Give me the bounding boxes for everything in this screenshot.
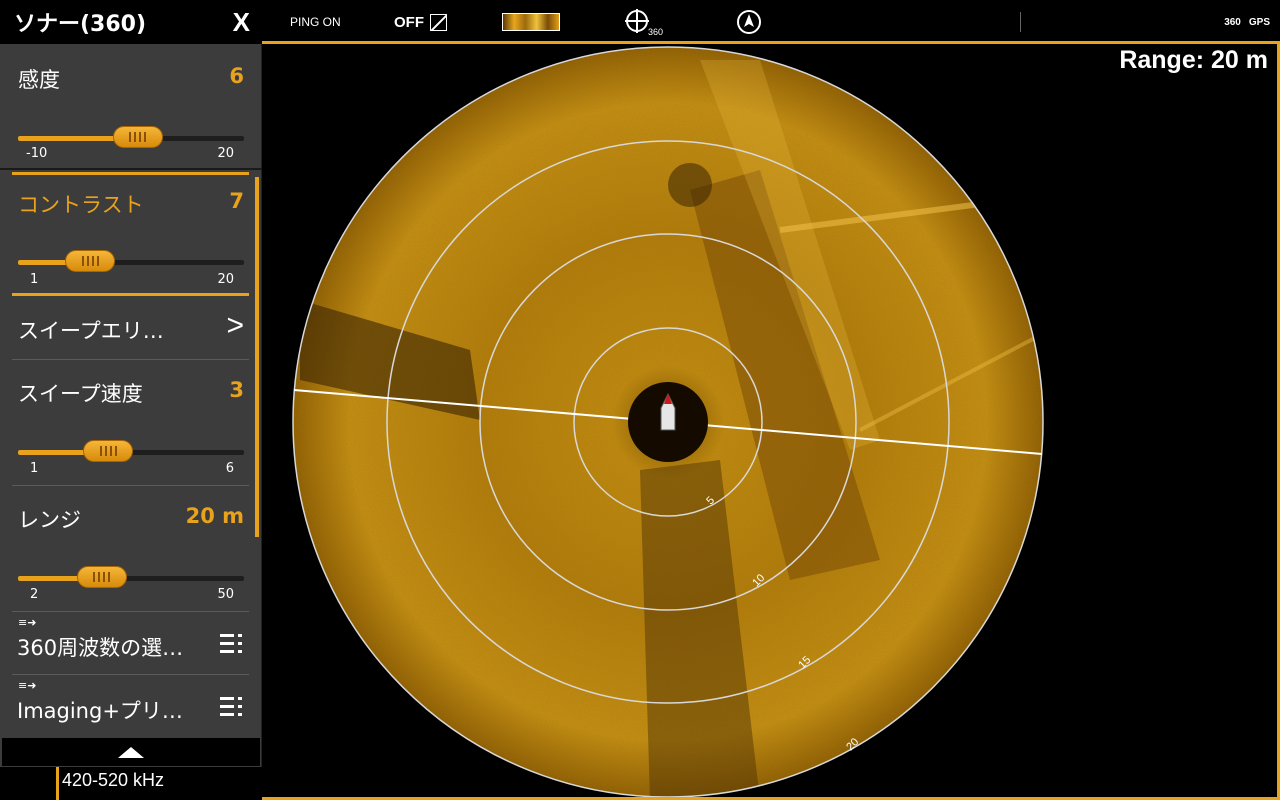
panel-collapse-button[interactable] (2, 738, 260, 766)
imaging-label: Imaging+プリ… (17, 699, 183, 723)
frequency-select-setting[interactable]: ≡➜ 360周波数の選… (0, 612, 262, 674)
range-setting[interactable]: レンジ 20 m 2 50 (0, 486, 262, 611)
range-min: 2 (30, 587, 39, 602)
close-button[interactable]: X (233, 7, 250, 38)
sweep-speed-slider-thumb[interactable] (83, 440, 134, 462)
sweep-speed-label: スイープ速度 (18, 382, 143, 406)
frequency-readout: 420-520 kHz (62, 770, 165, 790)
palette-button[interactable] (502, 0, 560, 44)
svg-text:360: 360 (648, 27, 663, 37)
sensitivity-value: 6 (229, 64, 244, 88)
heading-button[interactable] (734, 0, 764, 44)
divider (0, 168, 262, 170)
submenu-arrow-icon: ≡➜ (18, 679, 37, 692)
submenu-arrow-icon: ≡➜ (18, 616, 37, 629)
top-bar: PING ON OFF 360 360 GPS (262, 0, 1280, 44)
range-label: レンジ (18, 508, 81, 532)
sonar-frame (262, 44, 1280, 800)
menu-list-icon (220, 697, 242, 717)
range-slider-thumb[interactable] (76, 566, 127, 588)
sensitivity-min: -10 (26, 146, 48, 161)
topbar-divider (1020, 12, 1021, 32)
sensitivity-label: 感度 (18, 68, 60, 92)
status-360-icon: 360 (1224, 16, 1241, 28)
sweep-area-setting[interactable]: スイープエリ… > (0, 297, 262, 359)
sweep-speed-min: 1 (30, 461, 39, 476)
overlay-icon (430, 13, 447, 31)
contrast-highlight-bottom (12, 293, 249, 296)
transducer-360-icon: 360 (625, 9, 663, 37)
contrast-slider[interactable] (18, 250, 244, 272)
sensitivity-max: 20 (217, 146, 234, 161)
sonar-settings-panel: ソナー(360) X 感度 6 -10 20 コントラスト 7 1 20 スイー… (0, 0, 262, 767)
frequency-bar-accent (56, 767, 59, 800)
palette-swatch-icon (502, 13, 560, 31)
chevron-right-icon: > (226, 309, 244, 342)
panel-header: ソナー(360) X (0, 0, 262, 44)
range-slider[interactable] (18, 566, 244, 588)
panel-title: ソナー(360) (14, 12, 147, 37)
sweep-area-label: スイープエリ… (18, 319, 164, 343)
imaging-setting[interactable]: ≡➜ Imaging+プリ… (0, 675, 262, 737)
sweep-speed-slider[interactable] (18, 440, 244, 462)
overlay-off-label: OFF (394, 13, 424, 31)
frequency-select-label: 360周波数の選… (17, 636, 184, 660)
sweep-speed-value: 3 (229, 378, 244, 402)
gps-icon: GPS (1248, 16, 1270, 28)
contrast-slider-thumb[interactable] (65, 250, 116, 272)
status-indicators: 360 GPS (1224, 0, 1270, 44)
range-max: 50 (217, 587, 234, 602)
sensitivity-slider-thumb[interactable] (112, 126, 163, 148)
overlay-off-toggle[interactable]: OFF (394, 0, 447, 44)
sensitivity-setting[interactable]: 感度 6 -10 20 (0, 44, 262, 166)
sensitivity-slider[interactable] (18, 126, 244, 148)
transducer-360-button[interactable]: 360 (624, 0, 668, 44)
range-value: 20 m (185, 504, 244, 528)
panel-scrollbar[interactable] (255, 177, 259, 537)
ping-toggle[interactable]: PING ON (290, 0, 341, 44)
chevron-up-icon (118, 747, 144, 758)
sweep-speed-setting[interactable]: スイープ速度 3 1 6 (0, 360, 262, 485)
contrast-value: 7 (229, 189, 244, 213)
range-readout: Range: 20 m (1119, 46, 1268, 74)
heading-icon (737, 10, 761, 34)
sweep-speed-max: 6 (225, 461, 234, 476)
contrast-label: コントラスト (18, 193, 144, 217)
contrast-setting[interactable]: コントラスト 7 1 20 (0, 175, 262, 293)
contrast-min: 1 (30, 272, 39, 287)
menu-list-icon (220, 634, 242, 654)
contrast-max: 20 (217, 272, 234, 287)
